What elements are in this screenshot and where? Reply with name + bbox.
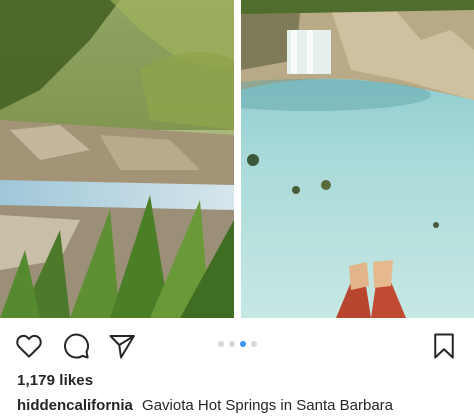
- post-photo-left[interactable]: [0, 0, 234, 318]
- carousel-indicator: [0, 341, 474, 347]
- post-image-carousel[interactable]: [0, 0, 474, 318]
- photo-hot-spring-foliage: [0, 0, 234, 318]
- caption-text: Gaviota Hot Springs in Santa Barbara: [142, 397, 394, 414]
- carousel-dot: [250, 341, 257, 347]
- post-photo-right[interactable]: [241, 0, 474, 318]
- username-link[interactable]: hiddencalifornia: [17, 397, 133, 414]
- post-caption: hiddencalifornia Gaviota Hot Springs in …: [17, 397, 393, 414]
- carousel-dot: [239, 341, 246, 347]
- like-count[interactable]: 1,179 likes: [17, 372, 93, 389]
- carousel-dot: [228, 341, 235, 347]
- carousel-dot: [217, 341, 224, 347]
- photo-hot-spring-pool: [241, 0, 474, 318]
